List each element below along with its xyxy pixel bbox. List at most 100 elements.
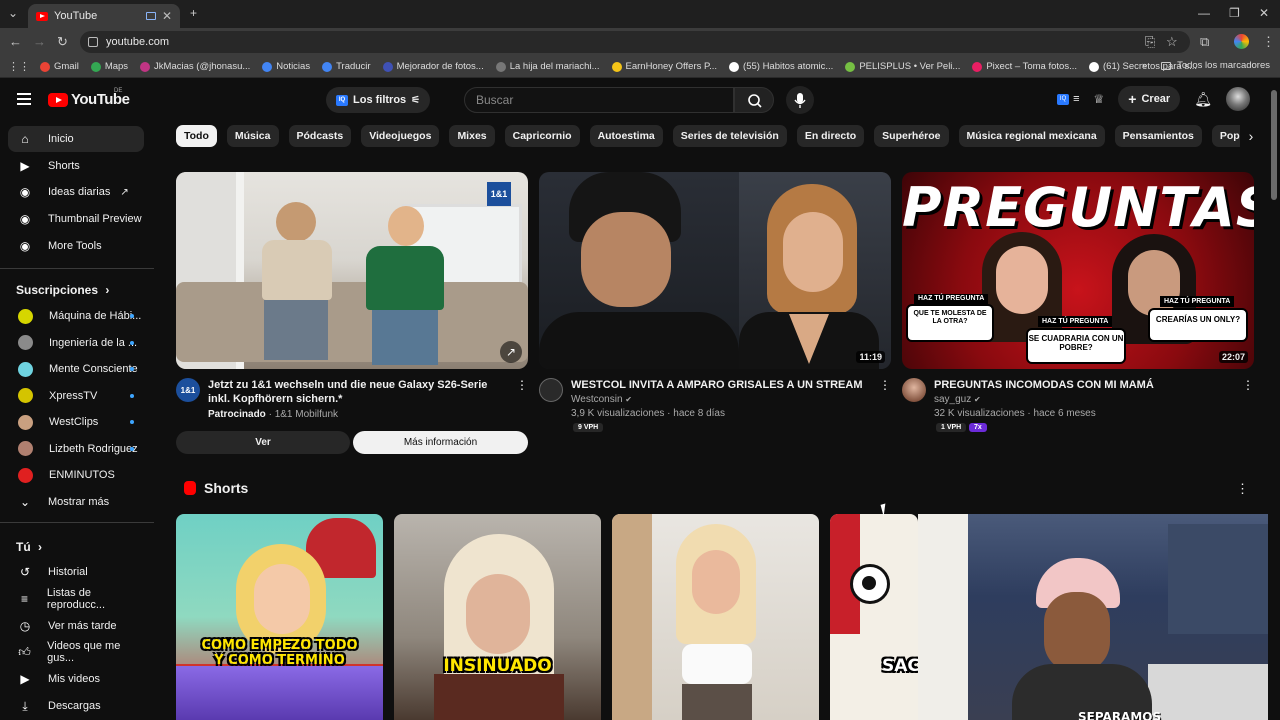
- youtube-logo[interactable]: YouTube DE: [48, 88, 130, 108]
- profile-avatar[interactable]: [1234, 34, 1249, 49]
- extensions-icon[interactable]: ⧉: [1200, 34, 1209, 50]
- hamburger-menu-icon[interactable]: [17, 93, 31, 105]
- reload-icon[interactable]: ↻: [57, 34, 68, 50]
- subscription-item[interactable]: WestClips: [8, 409, 144, 435]
- bookmark-item[interactable]: JkMacias (@jhonasu...: [134, 61, 256, 72]
- bookmark-item[interactable]: (55) Habitos atomic...: [723, 61, 839, 72]
- subscription-item[interactable]: XpressTV: [8, 383, 144, 409]
- menu-kebab-icon[interactable]: ⋮: [1262, 34, 1275, 50]
- bookmark-item[interactable]: PELISPLUS • Ver Peli...: [839, 61, 966, 72]
- create-button[interactable]: + Crear: [1118, 86, 1181, 112]
- bookmark-item[interactable]: Traducir: [316, 61, 377, 72]
- voice-search-button[interactable]: [786, 86, 814, 114]
- short-card[interactable]: COMO EMPEZO TODO Y COMO TERMINO: [176, 514, 383, 720]
- filter-chip[interactable]: Superhéroe: [874, 125, 949, 147]
- show-more-button[interactable]: ⌄ Mostrar más: [8, 489, 144, 515]
- channel-name[interactable]: Westconsin: [571, 394, 623, 405]
- filter-chip[interactable]: Música regional mexicana: [958, 125, 1105, 147]
- you-heading[interactable]: Tú ›: [16, 540, 42, 554]
- video-title[interactable]: Jetzt zu 1&1 wechseln und die neue Galax…: [208, 378, 508, 406]
- tab-search-icon[interactable]: ⌄: [8, 6, 18, 20]
- filter-chip[interactable]: Videojuegos: [361, 125, 440, 147]
- sidebar-item-you[interactable]: ◷ Ver más tarde: [8, 613, 144, 639]
- media-icon[interactable]: [145, 12, 156, 20]
- site-info-icon[interactable]: [88, 37, 98, 47]
- sidebar-item-shorts[interactable]: ▶ Shorts: [8, 153, 144, 179]
- new-tab-icon[interactable]: +: [190, 6, 197, 20]
- sidebar-item-you[interactable]: ▶ Mis videos: [8, 666, 144, 692]
- bookmark-item[interactable]: Gmail: [34, 61, 85, 72]
- video-menu-icon[interactable]: ⋮: [1242, 378, 1254, 392]
- all-bookmarks[interactable]: Todos los marcadores: [1177, 60, 1270, 71]
- subscription-item[interactable]: Lizbeth Rodriguez: [8, 436, 144, 462]
- video-thumbnail[interactable]: PREGUNTAS HAZ TÚ PREGUNTA QUE TE MOLESTA…: [902, 172, 1254, 369]
- restore-icon[interactable]: ❐: [1229, 6, 1240, 20]
- filter-chip[interactable]: Música: [226, 125, 279, 147]
- chips-next-icon[interactable]: ›: [1240, 125, 1262, 147]
- bookmark-item[interactable]: Noticias: [256, 61, 316, 72]
- bookmark-item[interactable]: EarnHoney Offers P...: [606, 61, 724, 72]
- short-card[interactable]: INSINUADO: [394, 514, 601, 720]
- sidebar-item-more-tools[interactable]: ◉ More Tools: [8, 233, 144, 259]
- watch-button[interactable]: Ver: [176, 431, 350, 454]
- filter-chip[interactable]: Todo: [176, 125, 217, 147]
- video-thumbnail[interactable]: 1&1 ↗: [176, 172, 528, 369]
- minimize-icon[interactable]: —: [1198, 6, 1210, 20]
- back-icon[interactable]: ←: [9, 34, 22, 49]
- filter-chip[interactable]: Pensamientos: [1114, 125, 1202, 147]
- page-scrollbar[interactable]: [1268, 78, 1280, 720]
- user-avatar[interactable]: [1226, 87, 1250, 111]
- bookmark-item[interactable]: Pixect – Toma fotos...: [966, 61, 1083, 72]
- browser-tab[interactable]: YouTube ✕: [28, 4, 180, 28]
- address-bar[interactable]: youtube.com: [80, 31, 1190, 53]
- sidebar-item-you[interactable]: ↺ Historial: [8, 559, 144, 585]
- filter-chip[interactable]: Capricornio: [504, 125, 580, 147]
- close-window-icon[interactable]: ✕: [1259, 6, 1269, 20]
- sidebar-item-inicio[interactable]: ⌂ Inicio: [8, 126, 144, 152]
- video-menu-icon[interactable]: ⋮: [516, 378, 528, 392]
- filter-chip[interactable]: Mixes: [449, 125, 495, 147]
- video-title[interactable]: WESTCOL INVITA A AMPARO GRISALES A UN ST…: [571, 378, 871, 392]
- search-input[interactable]: Buscar: [464, 87, 734, 113]
- video-menu-icon[interactable]: ⋮: [879, 378, 891, 392]
- scrollbar-thumb[interactable]: [1271, 90, 1277, 200]
- bookmark-item[interactable]: Maps: [85, 61, 134, 72]
- more-bookmarks-icon[interactable]: »: [1142, 60, 1147, 71]
- channel-name-row[interactable]: Westconsin ✔: [571, 394, 632, 405]
- filters-button[interactable]: IQ Los filtros ⚟: [326, 87, 431, 113]
- channel-avatar[interactable]: [902, 378, 926, 402]
- extension-trophy-icon[interactable]: ♕: [1094, 92, 1105, 106]
- shorts-menu-icon[interactable]: ⋮: [1236, 481, 1249, 497]
- cast-icon[interactable]: ⎘: [1145, 34, 1155, 50]
- subscriptions-heading[interactable]: Suscripciones ›: [16, 283, 109, 297]
- sidebar-item-thumbnail-preview[interactable]: ◉ Thumbnail Preview: [8, 206, 144, 232]
- video-thumbnail[interactable]: 11:19: [539, 172, 891, 369]
- sidebar-item-you[interactable]: ⤓ Descargas: [8, 693, 144, 719]
- bookmark-item[interactable]: La hija del mariachi...: [490, 61, 606, 72]
- subscription-item[interactable]: ENMINUTOS: [8, 462, 144, 488]
- filter-chip[interactable]: Pódcasts: [288, 125, 352, 147]
- forward-icon[interactable]: →: [33, 34, 46, 49]
- channel-name-row[interactable]: say_guz ✔: [934, 394, 981, 405]
- apps-grid-icon[interactable]: ⋮⋮: [8, 60, 30, 73]
- open-link-icon[interactable]: ↗: [500, 341, 522, 363]
- filter-chip[interactable]: Series de televisión: [672, 125, 787, 147]
- extension-iq-icon[interactable]: IQ: [1057, 93, 1070, 105]
- sidebar-item-ideas[interactable]: ◉ Ideas diarias ↗: [8, 179, 144, 205]
- filter-chip[interactable]: Autoestima: [589, 125, 663, 147]
- sidebar-item-you[interactable]: 👍︎ Videos que me gus...: [8, 639, 144, 665]
- subscription-item[interactable]: Mente Consciente: [8, 356, 144, 382]
- close-tab-icon[interactable]: ✕: [162, 9, 172, 23]
- subscription-item[interactable]: Máquina de Hábi...: [8, 303, 144, 329]
- more-info-button[interactable]: Más información: [353, 431, 528, 454]
- extension-list-icon[interactable]: ≡: [1073, 93, 1079, 105]
- search-button[interactable]: [734, 87, 774, 113]
- channel-name[interactable]: say_guz: [934, 394, 971, 405]
- advertiser-name[interactable]: 1&1 Mobilfunk: [275, 409, 338, 420]
- video-title[interactable]: PREGUNTAS INCOMODAS CON MI MAMÁ: [934, 378, 1234, 392]
- channel-avatar[interactable]: 1&1: [176, 378, 200, 402]
- short-card[interactable]: SACI: [830, 514, 918, 720]
- subscription-item[interactable]: Ingeniería de la ...: [8, 330, 144, 356]
- sidebar-item-you[interactable]: ≡ Listas de reproducc...: [8, 586, 144, 612]
- bookmark-star-icon[interactable]: ☆: [1166, 34, 1178, 50]
